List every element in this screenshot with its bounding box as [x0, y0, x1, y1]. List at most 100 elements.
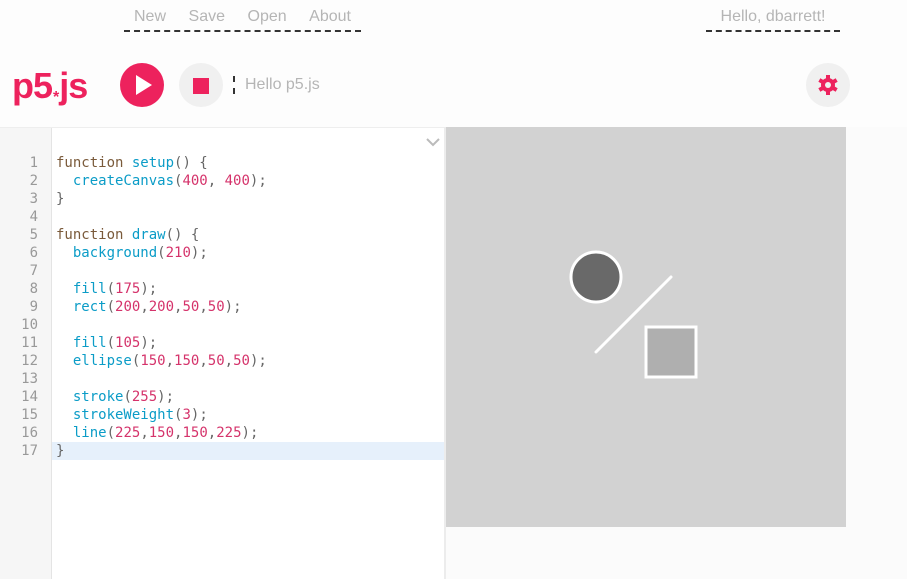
- code-token: 200: [115, 299, 141, 315]
- code-text[interactable]: background(210);: [56, 244, 208, 262]
- play-icon: [136, 75, 152, 95]
- line-number: 8: [29, 281, 38, 297]
- gear-icon: [818, 75, 838, 95]
- code-line[interactable]: 3}: [0, 190, 444, 208]
- code-token: 50: [207, 299, 225, 315]
- line-number: 16: [21, 425, 38, 441]
- preview-pane: [444, 127, 907, 579]
- code-token: 225: [115, 425, 141, 441]
- code-line[interactable]: 4: [0, 208, 444, 226]
- code-line[interactable]: 5 function draw() {: [0, 226, 444, 244]
- user-greeting[interactable]: Hello, dbarrett!: [706, 6, 840, 32]
- nav-save[interactable]: Save: [189, 6, 225, 30]
- code-text[interactable]: fill(175);: [56, 280, 157, 298]
- code-line[interactable]: 16 line(225,150,150,225);: [0, 424, 444, 442]
- nav-open[interactable]: Open: [248, 6, 287, 30]
- line-number: 15: [21, 407, 38, 423]
- code-token: 225: [216, 425, 242, 441]
- code-line[interactable]: 14 stroke(255);: [0, 388, 444, 406]
- code-line[interactable]: 7: [0, 262, 444, 280]
- line-number: 12: [21, 353, 38, 369]
- code-token: background: [72, 245, 158, 261]
- top-nav: New Save Open About Hello, dbarrett!: [0, 0, 907, 40]
- code-line[interactable]: 10: [0, 316, 444, 334]
- code-token: () {: [174, 155, 208, 171]
- line-number: 3: [29, 191, 38, 207]
- code-text[interactable]: function draw() {: [56, 226, 199, 244]
- logo-star: *: [53, 89, 59, 106]
- code-token: rect: [72, 299, 107, 315]
- code-text[interactable]: }: [56, 442, 64, 460]
- code-editor[interactable]: 1 function setup() {2 createCanvas(400, 4…: [0, 127, 444, 579]
- chevron-down-icon[interactable]: [425, 137, 441, 147]
- code-token: );: [190, 245, 208, 261]
- code-token: );: [249, 353, 267, 369]
- code-token: ,: [207, 173, 225, 189]
- sketch-canvas[interactable]: [446, 127, 846, 527]
- code-line[interactable]: 1 function setup() {: [0, 154, 444, 172]
- nav-new[interactable]: New: [134, 6, 166, 30]
- code-token: }: [56, 191, 65, 207]
- code-token: 175: [115, 281, 141, 297]
- code-token: 200: [148, 299, 175, 315]
- code-text[interactable]: createCanvas(400, 400);: [56, 172, 267, 190]
- project-name[interactable]: Hello p5.js: [233, 76, 320, 94]
- code-token: ,: [199, 353, 208, 369]
- code-line[interactable]: 17}: [21, 442, 444, 460]
- code-token: ,: [140, 299, 149, 315]
- settings-button[interactable]: [806, 63, 850, 107]
- p5js-logo: p5*js: [12, 64, 88, 120]
- code-token: (: [157, 245, 166, 261]
- code-token: 400: [224, 173, 250, 189]
- code-line[interactable]: 8 fill(175);: [0, 280, 444, 298]
- code-token: ,: [165, 353, 175, 369]
- code-text[interactable]: rect(200,200,50,50);: [56, 298, 242, 316]
- code-token: );: [140, 335, 158, 351]
- line-number: 11: [21, 335, 38, 351]
- code-text[interactable]: function setup() {: [56, 154, 208, 172]
- code-token: (: [106, 281, 116, 297]
- code-token: ,: [140, 425, 149, 441]
- line-number: 2: [29, 173, 38, 189]
- code-token: fill: [72, 281, 107, 297]
- code-token: 150: [140, 353, 166, 369]
- code-line[interactable]: 15 strokeWeight(3);: [0, 406, 444, 424]
- nav-about[interactable]: About: [309, 6, 351, 30]
- code-text[interactable]: ellipse(150,150,50,50);: [56, 352, 267, 370]
- line-number: 9: [29, 299, 38, 315]
- code-token: createCanvas: [72, 173, 175, 189]
- code-text[interactable]: }: [56, 190, 64, 208]
- code-lines[interactable]: 1 function setup() {2 createCanvas(400, 4…: [0, 154, 444, 460]
- stop-button[interactable]: [179, 63, 223, 107]
- toolbar: p5*js Hello p5.js: [0, 60, 907, 112]
- code-token: 255: [131, 389, 158, 405]
- code-text[interactable]: line(225,150,150,225);: [56, 424, 259, 442]
- code-line[interactable]: 6 background(210);: [0, 244, 444, 262]
- project-name-text[interactable]: Hello p5.js: [245, 76, 320, 93]
- code-text[interactable]: fill(105);: [56, 334, 157, 352]
- code-token: draw: [131, 227, 166, 243]
- code-line[interactable]: 11 fill(105);: [0, 334, 444, 352]
- code-token: 210: [165, 245, 191, 261]
- code-line[interactable]: 9 rect(200,200,50,50);: [0, 298, 444, 316]
- play-button[interactable]: [120, 63, 164, 107]
- code-text[interactable]: stroke(255);: [56, 388, 174, 406]
- code-line[interactable]: 13: [0, 370, 444, 388]
- code-token: (: [123, 389, 132, 405]
- code-token: );: [190, 407, 208, 423]
- code-token: 105: [115, 335, 141, 351]
- code-token: ,: [199, 299, 208, 315]
- line-number: 1: [29, 155, 38, 171]
- code-line[interactable]: 2 createCanvas(400, 400);: [0, 172, 444, 190]
- code-text[interactable]: strokeWeight(3);: [56, 406, 208, 424]
- code-token: ,: [207, 425, 217, 441]
- code-token: ellipse: [72, 353, 132, 369]
- greeting-text[interactable]: Hello, dbarrett!: [721, 8, 826, 25]
- code-line[interactable]: 12 ellipse(150,150,50,50);: [0, 352, 444, 370]
- line-number: 17: [21, 443, 38, 459]
- sketch-rect: [644, 325, 698, 379]
